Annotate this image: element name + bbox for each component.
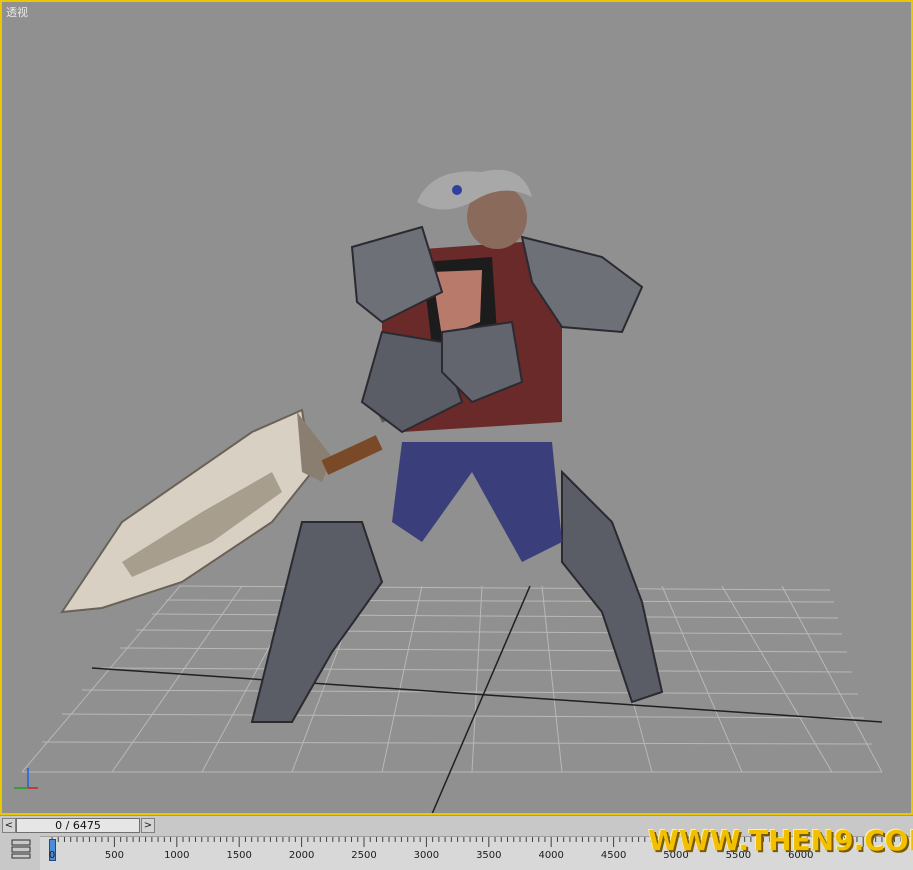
time-slider-text: 0 / 6475	[55, 819, 101, 832]
ruler-tick-label: 3000	[413, 850, 440, 861]
scene-render[interactable]	[2, 2, 913, 815]
chevron-right-icon: >	[143, 820, 153, 831]
viewport-label[interactable]: 透视	[6, 4, 28, 20]
ruler-tick-label: 2500	[351, 850, 377, 861]
perspective-viewport[interactable]: 透视	[0, 0, 913, 815]
ruler-tick-label: 3500	[476, 850, 502, 861]
ruler-tick-label: 1000	[164, 850, 190, 861]
grid-axis-y	[431, 585, 531, 813]
track-view-icon[interactable]	[10, 838, 32, 860]
chevron-left-icon: <	[4, 820, 14, 831]
axis-gizmo	[14, 768, 38, 789]
warrior-model[interactable]	[59, 169, 664, 723]
watermark-text: WWW.THEN9.COM	[648, 824, 913, 857]
ground-grid	[21, 585, 883, 773]
ruler-tick-label: 1500	[226, 850, 252, 861]
ruler-tick-label: 500	[104, 850, 124, 861]
ruler-tick-label: 4000	[538, 850, 564, 861]
time-slider[interactable]: 0 / 6475	[16, 818, 140, 833]
prev-frame-button[interactable]: <	[2, 818, 16, 833]
ruler-tick-label: 2000	[288, 850, 315, 861]
ruler-tick-label: 0	[48, 850, 56, 861]
grid-axis-x	[91, 667, 883, 723]
ruler-tick-label: 4500	[600, 850, 627, 861]
next-frame-button[interactable]: >	[141, 818, 155, 833]
